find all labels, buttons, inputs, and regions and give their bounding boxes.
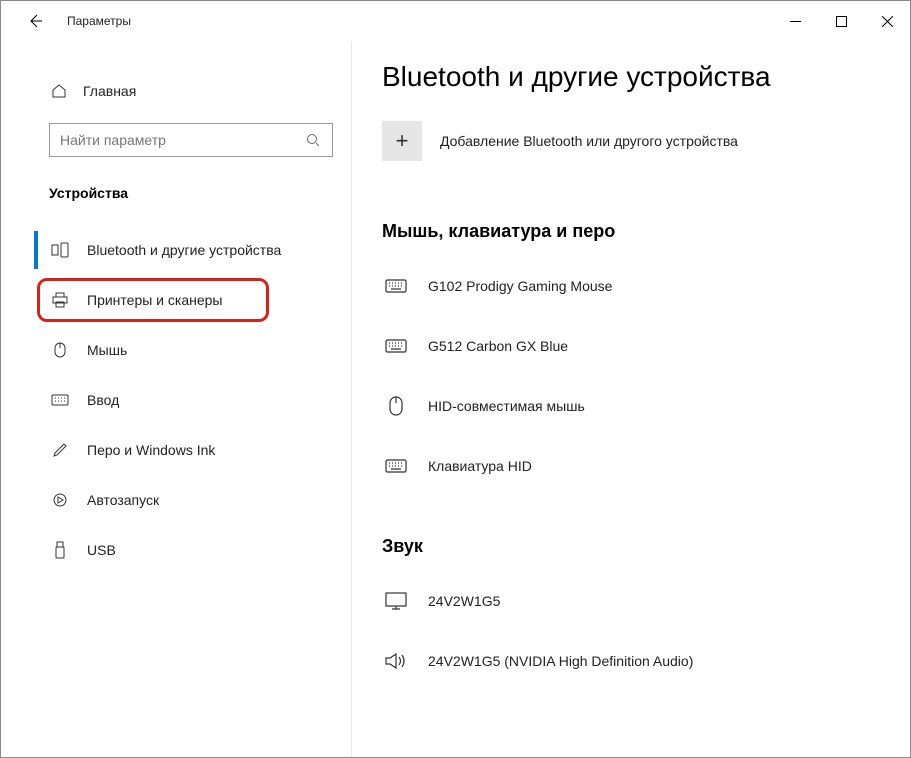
sidebar: Главная Устройства [1,41,351,757]
titlebar: Параметры [1,1,910,41]
nav-list: Bluetooth и другие устройства Принтеры и… [1,215,351,575]
sidebar-item-label: Перо и Windows Ink [87,442,215,458]
printer-icon [49,292,71,308]
sidebar-item-label: Мышь [87,342,127,358]
device-item[interactable]: 24V2W1G5 [382,571,880,631]
device-label: 24V2W1G5 [428,593,500,609]
sidebar-item-label: Bluetooth и другие устройства [87,242,281,258]
close-icon [882,16,893,27]
bluetooth-devices-icon [49,242,71,258]
mouse-icon [382,396,410,416]
sidebar-item-usb[interactable]: USB [1,525,351,575]
main-panel: Bluetooth и другие устройства + Добавлен… [351,41,910,757]
plus-icon: + [382,121,422,161]
settings-window: Параметры Главная [0,0,911,758]
device-label: Клавиатура HID [428,458,532,474]
window-controls [772,1,910,41]
device-item[interactable]: 24V2W1G5 (NVIDIA High Definition Audio) [382,631,880,691]
page-title: Bluetooth и другие устройства [382,61,880,93]
device-item[interactable]: G102 Prodigy Gaming Mouse [382,256,880,316]
home-icon [49,83,69,99]
sidebar-item-autoplay[interactable]: Автозапуск [1,475,351,525]
category-title: Устройства [1,157,351,215]
device-item[interactable]: HID-совместимая мышь [382,376,880,436]
add-device-label: Добавление Bluetooth или другого устройс… [440,133,738,149]
sidebar-item-bluetooth[interactable]: Bluetooth и другие устройства [1,225,351,275]
section-title-audio: Звук [382,536,880,557]
pen-icon [49,442,71,458]
keyboard-icon [49,394,71,406]
sidebar-item-mouse[interactable]: Мышь [1,325,351,375]
sidebar-item-printers[interactable]: Принтеры и сканеры [1,275,351,325]
monitor-icon [382,592,410,610]
minimize-icon [790,16,801,27]
section-title-input-devices: Мышь, клавиатура и перо [382,221,880,242]
sidebar-item-label: Ввод [87,392,119,408]
device-item[interactable]: G512 Carbon GX Blue [382,316,880,376]
keyboard-icon [382,279,410,293]
window-title: Параметры [67,14,131,28]
search-box[interactable] [49,123,333,157]
autoplay-icon [49,492,71,508]
search-icon [304,133,322,147]
search-input[interactable] [60,132,304,148]
maximize-icon [836,16,847,27]
add-device-button[interactable]: + Добавление Bluetooth или другого устро… [382,121,880,161]
sidebar-item-typing[interactable]: Ввод [1,375,351,425]
sidebar-item-label: USB [87,542,116,558]
device-item[interactable]: Клавиатура HID [382,436,880,496]
sidebar-item-label: Принтеры и сканеры [87,292,222,308]
device-label: G512 Carbon GX Blue [428,338,568,354]
keyboard-icon [382,459,410,473]
arrow-left-icon [27,13,43,29]
sidebar-item-pen[interactable]: Перо и Windows Ink [1,425,351,475]
home-label: Главная [83,83,136,99]
usb-icon [49,541,71,559]
maximize-button[interactable] [818,1,864,41]
device-label: HID-совместимая мышь [428,398,585,414]
speaker-icon [382,652,410,670]
sidebar-item-label: Автозапуск [87,492,159,508]
minimize-button[interactable] [772,1,818,41]
back-button[interactable] [21,7,49,35]
close-button[interactable] [864,1,910,41]
mouse-icon [49,342,71,358]
content-area: Главная Устройства [1,41,910,757]
sidebar-home[interactable]: Главная [1,73,351,109]
device-label: 24V2W1G5 (NVIDIA High Definition Audio) [428,653,693,669]
device-label: G102 Prodigy Gaming Mouse [428,278,612,294]
keyboard-icon [382,339,410,353]
